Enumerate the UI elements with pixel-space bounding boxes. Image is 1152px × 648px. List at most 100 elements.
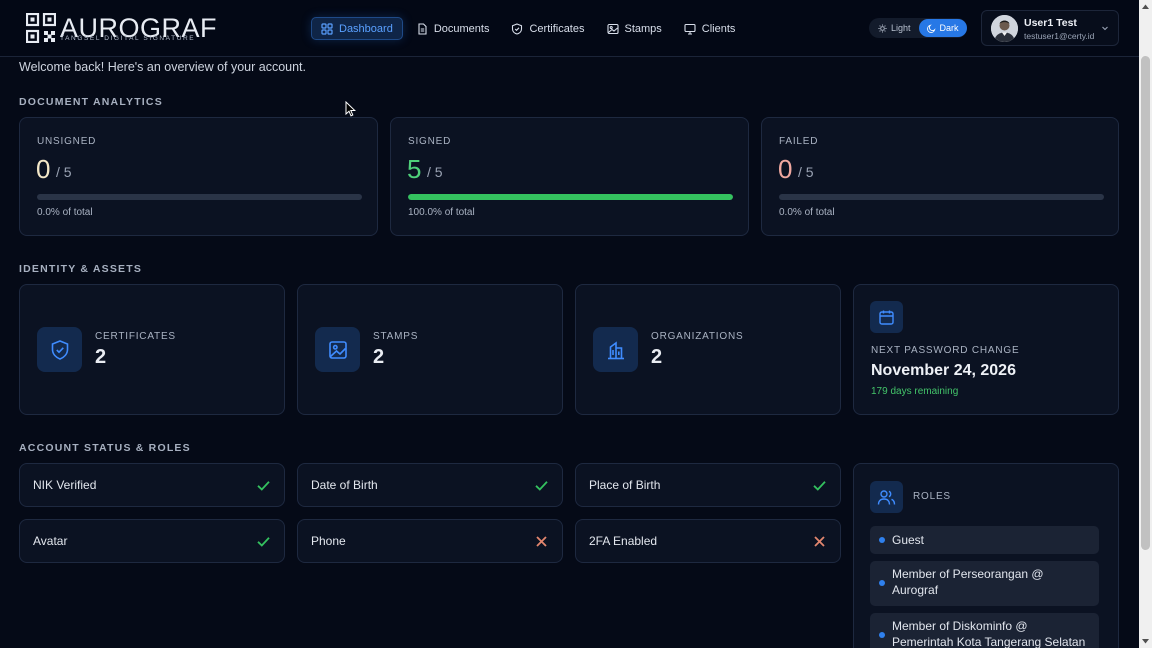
user-name: User1 Test <box>1024 17 1077 29</box>
stat-percentage: 100.0% of total <box>408 207 475 218</box>
user-avatar-icon <box>991 15 1018 42</box>
stat-percentage: 0.0% of total <box>37 207 93 218</box>
stat-value: 0 <box>778 154 793 184</box>
users-icon <box>877 489 896 505</box>
status-label: NIK Verified <box>33 478 97 492</box>
main-nav: Dashboard Documents Certificates Stamps … <box>311 17 744 40</box>
nav-dashboard[interactable]: Dashboard <box>311 17 403 40</box>
user-email: testuser1@certy.id <box>1024 31 1095 41</box>
building-icon <box>607 340 624 359</box>
scroll-up-arrow-icon[interactable] <box>1141 2 1150 12</box>
x-icon <box>814 536 825 547</box>
nav-clients[interactable]: Clients <box>675 17 745 40</box>
status-label: Date of Birth <box>311 478 378 492</box>
stat-label: UNSIGNED <box>37 136 97 147</box>
nav-documents[interactable]: Documents <box>407 17 499 40</box>
check-icon <box>257 537 270 547</box>
status-label: 2FA Enabled <box>589 534 658 548</box>
password-change-card[interactable]: NEXT PASSWORD CHANGE November 24, 2026 1… <box>853 284 1119 415</box>
role-label: Guest <box>892 533 925 547</box>
top-header: AUROGRAF TANGSEL DIGITAL SIGNATURE Dashb… <box>0 0 1139 57</box>
role-dot <box>879 632 885 638</box>
stat-label: FAILED <box>779 136 819 147</box>
certificates-card[interactable]: CERTIFICATES 2 <box>19 284 285 415</box>
scrollbar-thumb[interactable] <box>1141 56 1150 550</box>
theme-toggle: Light Dark <box>869 18 967 38</box>
role-label: Member of Perseorangan @ Aurograf <box>892 567 1044 597</box>
document-icon <box>418 22 427 35</box>
stat-total: / 5 <box>56 164 72 180</box>
asset-label: STAMPS <box>373 331 419 342</box>
role-item: Member of Diskominfo @ Pemerintah Kota T… <box>870 613 1099 648</box>
organizations-icon-box <box>593 327 638 372</box>
avatar <box>991 15 1018 42</box>
scroll-down-arrow-icon[interactable] <box>1141 636 1150 646</box>
unsigned-card[interactable]: UNSIGNED 0 / 5 0.0% of total <box>19 117 378 236</box>
asset-value: 2 <box>651 346 663 368</box>
qr-logo-icon <box>26 13 56 43</box>
password-change-date: November 24, 2026 <box>871 362 1016 379</box>
nav-stamps[interactable]: Stamps <box>598 17 671 40</box>
stat-value: 0 <box>36 154 51 184</box>
theme-light-option[interactable]: Light <box>870 19 919 37</box>
failed-card[interactable]: FAILED 0 / 5 0.0% of total <box>761 117 1119 236</box>
role-dot <box>879 537 885 543</box>
status-place-of-birth[interactable]: Place of Birth <box>575 463 841 507</box>
status-phone[interactable]: Phone <box>297 519 563 563</box>
progress-fill <box>408 194 733 200</box>
stat-percentage: 0.0% of total <box>779 207 835 218</box>
page-scrollbar[interactable] <box>1139 0 1152 648</box>
stat-value: 5 <box>407 154 422 184</box>
password-days-remaining: 179 days remaining <box>871 386 959 397</box>
password-icon-box <box>870 301 903 333</box>
status-nik-verified[interactable]: NIK Verified <box>19 463 285 507</box>
status-avatar[interactable]: Avatar <box>19 519 285 563</box>
asset-value: 2 <box>373 346 385 368</box>
stat-total: / 5 <box>427 164 443 180</box>
image-icon <box>606 23 619 34</box>
asset-label: CERTIFICATES <box>95 331 176 342</box>
roles-title: ROLES <box>913 491 951 502</box>
nav-dashboard-label: Dashboard <box>339 22 393 35</box>
roles-card: ROLES Guest Member of Perseorangan @ Aur… <box>853 463 1119 648</box>
status-label: Place of Birth <box>589 478 661 492</box>
nav-clients-label: Clients <box>701 22 736 35</box>
progress-bar <box>408 194 733 200</box>
shield-icon <box>512 22 523 35</box>
asset-value: 2 <box>95 346 107 368</box>
role-item: Member of Perseorangan @ Aurograf <box>870 561 1099 606</box>
monitor-icon <box>684 23 696 35</box>
brand-tagline: TANGSEL DIGITAL SIGNATURE <box>60 35 196 42</box>
stamps-card[interactable]: STAMPS 2 <box>297 284 563 415</box>
status-date-of-birth[interactable]: Date of Birth <box>297 463 563 507</box>
theme-dark-option[interactable]: Dark <box>918 19 967 37</box>
asset-label: ORGANIZATIONS <box>651 331 744 342</box>
nav-documents-label: Documents <box>433 22 490 35</box>
document-analytics-title: DOCUMENT ANALYTICS <box>19 96 163 108</box>
check-icon <box>535 481 548 491</box>
image-icon <box>328 340 347 359</box>
shield-icon <box>51 339 68 360</box>
signed-card[interactable]: SIGNED 5 / 5 100.0% of total <box>390 117 749 236</box>
status-2fa-enabled[interactable]: 2FA Enabled <box>575 519 841 563</box>
calendar-icon <box>879 310 894 325</box>
progress-bar <box>779 194 1104 200</box>
stat-label: SIGNED <box>408 136 452 147</box>
roles-icon-box <box>870 481 903 513</box>
grid-icon <box>321 22 333 35</box>
certificates-icon-box <box>37 327 82 372</box>
nav-certificates[interactable]: Certificates <box>502 17 593 40</box>
user-menu[interactable]: User1 Test testuser1@certy.id <box>981 10 1119 46</box>
stat-total: / 5 <box>798 164 814 180</box>
progress-bar <box>37 194 362 200</box>
role-item: Guest <box>870 526 1099 554</box>
x-icon <box>536 536 547 547</box>
welcome-message: Welcome back! Here's an overview of your… <box>19 60 307 74</box>
role-label: Member of Diskominfo @ Pemerintah Kota T… <box>892 619 1086 648</box>
check-icon <box>257 481 270 491</box>
status-label: Phone <box>311 534 346 548</box>
password-change-label: NEXT PASSWORD CHANGE <box>871 345 1020 356</box>
theme-light-label: Light <box>891 23 911 33</box>
organizations-card[interactable]: ORGANIZATIONS 2 <box>575 284 841 415</box>
brand-logo[interactable]: AUROGRAF TANGSEL DIGITAL SIGNATURE <box>26 13 217 45</box>
